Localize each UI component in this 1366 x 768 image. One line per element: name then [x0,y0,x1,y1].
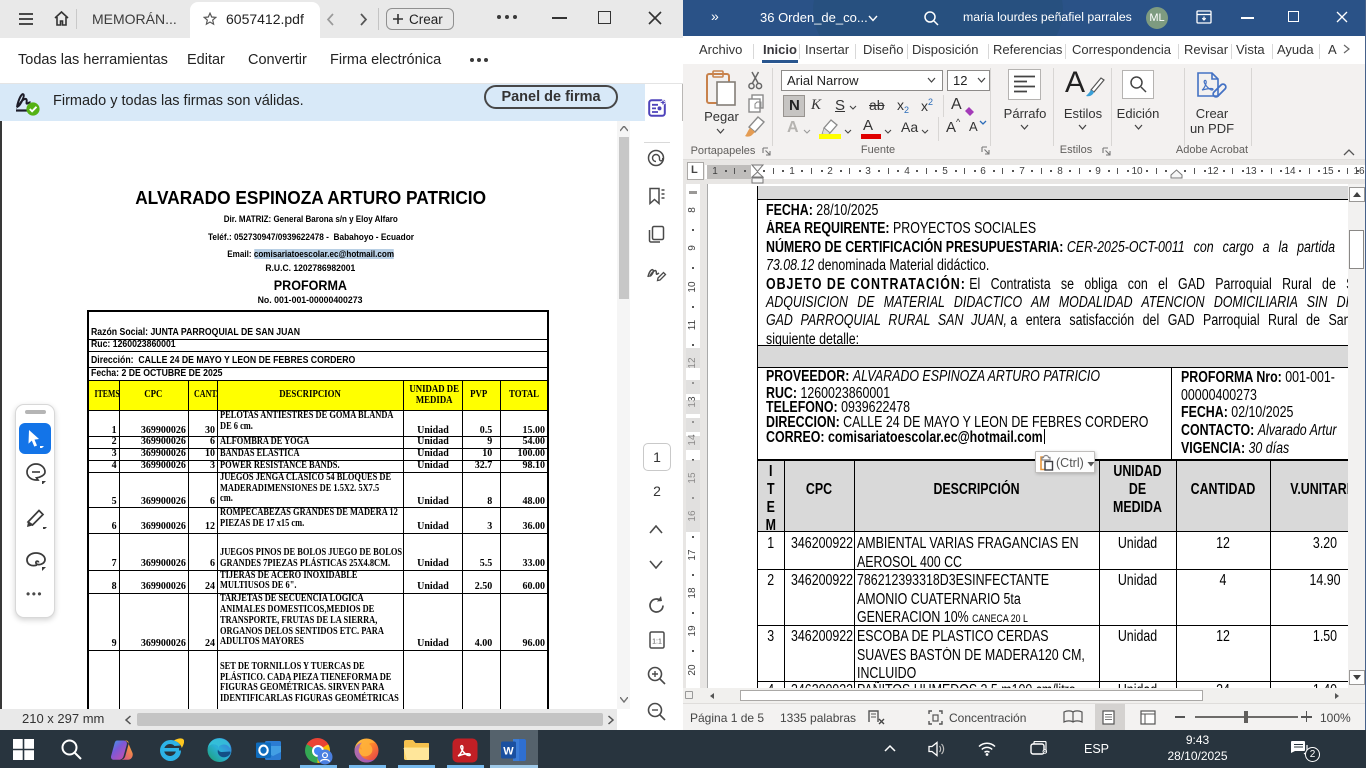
svg-text:W: W [503,746,514,758]
svg-text:1:1: 1:1 [652,639,662,646]
